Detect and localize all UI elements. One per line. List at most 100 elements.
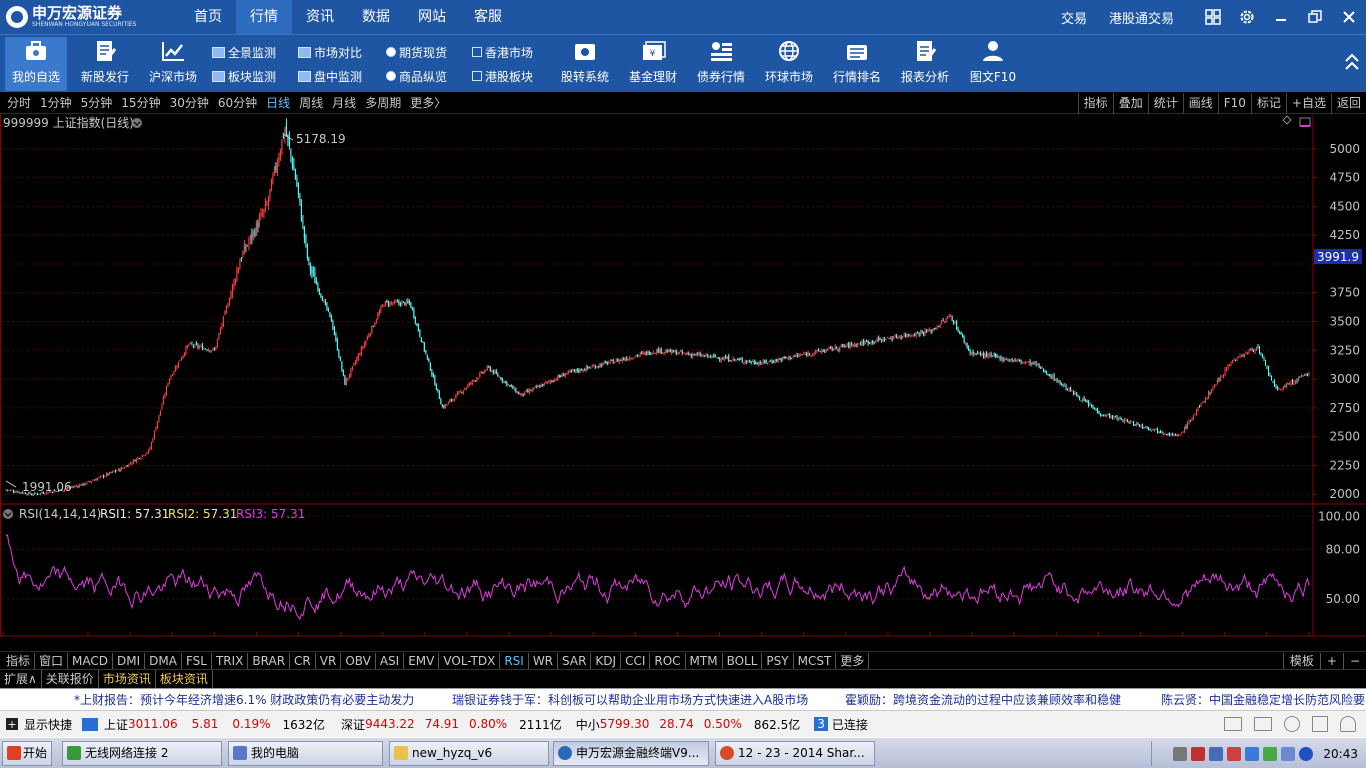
commodity-overview-button[interactable]: 商品纵览 <box>386 67 447 85</box>
hk-connect-trade-link[interactable]: 港股通交易 <box>1109 8 1174 27</box>
ipo-button[interactable]: 新股发行 <box>74 37 136 91</box>
rsi-dropdown-icon[interactable] <box>3 509 13 519</box>
restore-icon[interactable] <box>1298 0 1332 34</box>
indicator-tab[interactable]: FSL <box>182 653 212 670</box>
indicator-tab[interactable]: WR <box>529 653 559 670</box>
volume-tray-icon[interactable] <box>1281 746 1296 761</box>
intraday-monitor-button[interactable]: 盘中监测 <box>298 67 362 85</box>
add-window-button[interactable]: + <box>1319 653 1343 670</box>
fund-button[interactable]: ¥ 基金理财 <box>622 37 684 91</box>
indicator-tab[interactable]: MTM <box>686 653 723 670</box>
news-item[interactable]: 瑞银证券钱于军：科创板可以帮助企业用市场方式快速进入A股市场 <box>452 689 808 710</box>
chart-tool-button[interactable]: 标记 <box>1250 93 1286 114</box>
indicator-tab[interactable]: ASI <box>376 653 405 670</box>
period-tab[interactable]: 30分钟 <box>167 92 212 114</box>
indicator-tab[interactable]: DMA <box>145 653 182 670</box>
bell-icon[interactable] <box>1340 716 1356 732</box>
remove-window-button[interactable]: − <box>1342 653 1366 670</box>
market-compare-button[interactable]: 市场对比 <box>298 43 362 61</box>
period-tab[interactable]: 60分钟 <box>215 92 260 114</box>
bond-quotes-button[interactable]: 债券行情 <box>690 37 752 91</box>
refresh-icon[interactable] <box>1284 716 1300 732</box>
chart-tool-button[interactable]: 叠加 <box>1112 93 1148 114</box>
hk-market-button[interactable]: 香港市场 <box>472 43 533 61</box>
news-item[interactable]: 陈云贤：中国金融稳定增长防范风险要 <box>1161 689 1365 710</box>
grid-icon[interactable] <box>1196 0 1230 34</box>
global-market-button[interactable]: 环球市场 <box>758 37 820 91</box>
indicator-tab[interactable]: OBV <box>341 653 376 670</box>
share-transfer-button[interactable]: 股转系统 <box>554 37 616 91</box>
indicator-tab[interactable]: KDJ <box>591 653 622 670</box>
nav-tab-service[interactable]: 客服 <box>460 0 516 34</box>
indicator-tab[interactable]: 窗口 <box>35 653 69 670</box>
chart-area[interactable]: 2000 2250 2500 2750 3000 3250 3500 3750 4250 4500… <box>0 114 1366 651</box>
watchlist-button[interactable]: 我的自选 <box>5 37 67 91</box>
minimize-icon[interactable] <box>1264 0 1298 34</box>
period-tab[interactable]: 分时 <box>4 92 34 114</box>
edit-icon[interactable] <box>1312 716 1328 732</box>
period-tab[interactable]: 多周期 <box>362 92 404 114</box>
indicator-tab[interactable]: TRIX <box>212 653 249 670</box>
title-dropdown-icon[interactable] <box>132 118 142 128</box>
indicator-tab[interactable]: PSY <box>762 653 794 670</box>
indicator-tab[interactable]: BRAR <box>248 653 291 670</box>
security-tray-icon[interactable] <box>1227 746 1242 761</box>
gear-icon[interactable] <box>1230 0 1264 34</box>
indicator-tab[interactable]: ROC <box>650 653 686 670</box>
diamond-icon[interactable] <box>1282 115 1292 125</box>
plus-icon[interactable]: + <box>6 718 18 731</box>
indicator-tab[interactable]: SAR <box>558 653 592 670</box>
chart-tool-button[interactable]: 指标 <box>1077 93 1113 114</box>
keyboard-icon[interactable] <box>1254 717 1272 731</box>
task-folder[interactable]: new_hyzq_v6 <box>389 741 549 766</box>
indicator-tab[interactable]: CR <box>290 653 316 670</box>
indicator-tab[interactable]: 指标 <box>2 653 36 670</box>
update-tray-icon[interactable] <box>1245 746 1260 761</box>
task-browser[interactable]: 12 - 23 - 2014 Shar... <box>715 741 875 766</box>
indicator-tab[interactable]: MCST <box>794 653 837 670</box>
indicator-tab[interactable]: VR <box>316 653 342 670</box>
task-my-computer[interactable]: 我的电脑 <box>228 741 383 766</box>
hk-sectors-button[interactable]: 港股板块 <box>472 67 533 85</box>
expand-tab[interactable]: 扩展∧ <box>0 670 42 688</box>
chart-tool-button[interactable]: 画线 <box>1182 93 1218 114</box>
show-shortcut-button[interactable]: 显示快捷 <box>24 716 72 733</box>
period-tab[interactable]: 1分钟 <box>37 92 75 114</box>
period-tab[interactable]: 周线 <box>296 92 326 114</box>
f10-button[interactable]: 图文F10 <box>962 37 1024 91</box>
chart-tool-button[interactable]: 返回 <box>1330 93 1366 114</box>
indicator-tab[interactable]: RSI <box>500 653 529 670</box>
task-terminal[interactable]: 申万宏源金融终端V9... <box>553 741 709 766</box>
network-tray-icon[interactable] <box>1209 746 1224 761</box>
ranking-button[interactable]: 行情排名 <box>826 37 888 91</box>
sync-tray-icon[interactable] <box>1263 746 1278 761</box>
template-button[interactable]: 模板 <box>1282 653 1320 670</box>
close-icon[interactable] <box>1332 0 1366 34</box>
news-item[interactable]: 霍颖励：跨境资金流动的过程中应该兼顾效率和稳健 <box>845 689 1121 710</box>
nav-tab-website[interactable]: 网站 <box>404 0 460 34</box>
period-tab[interactable]: 月线 <box>329 92 359 114</box>
related-quotes-tab[interactable]: 关联报价 <box>42 670 99 688</box>
speaker-icon[interactable] <box>1224 717 1242 731</box>
panel-toggle-icon[interactable] <box>1299 117 1311 127</box>
indicator-tab[interactable]: EMV <box>404 653 440 670</box>
period-tab[interactable]: 更多〉 <box>407 92 449 114</box>
nav-tab-data[interactable]: 数据 <box>348 0 404 34</box>
nav-tab-news[interactable]: 资讯 <box>292 0 348 34</box>
report-analysis-button[interactable]: 报表分析 <box>894 37 956 91</box>
sector-monitor-button[interactable]: 板块监测 <box>212 67 276 85</box>
indicator-tab[interactable]: MACD <box>68 653 114 670</box>
chart-tool-button[interactable]: +自选 <box>1285 93 1331 114</box>
period-tab[interactable]: 5分钟 <box>78 92 116 114</box>
indicator-tab[interactable]: VOL-TDX <box>439 653 501 670</box>
nav-tab-quotes[interactable]: 行情 <box>236 0 292 34</box>
futures-spot-button[interactable]: 期货现货 <box>386 43 447 61</box>
sector-news-tab[interactable]: 板块资讯 <box>156 670 213 688</box>
collapse-chevron-icon[interactable] <box>1344 51 1360 75</box>
keyboard-tray-icon[interactable] <box>1173 746 1188 761</box>
period-tab[interactable]: 日线 <box>263 92 293 114</box>
period-tab[interactable]: 15分钟 <box>118 92 163 114</box>
news-item[interactable]: *上财报告：预计今年经济增速6.1% 财政政策仍有必要主动发力 <box>74 689 414 710</box>
trade-link[interactable]: 交易 <box>1061 8 1087 27</box>
indicator-tab[interactable]: CCI <box>621 653 651 670</box>
